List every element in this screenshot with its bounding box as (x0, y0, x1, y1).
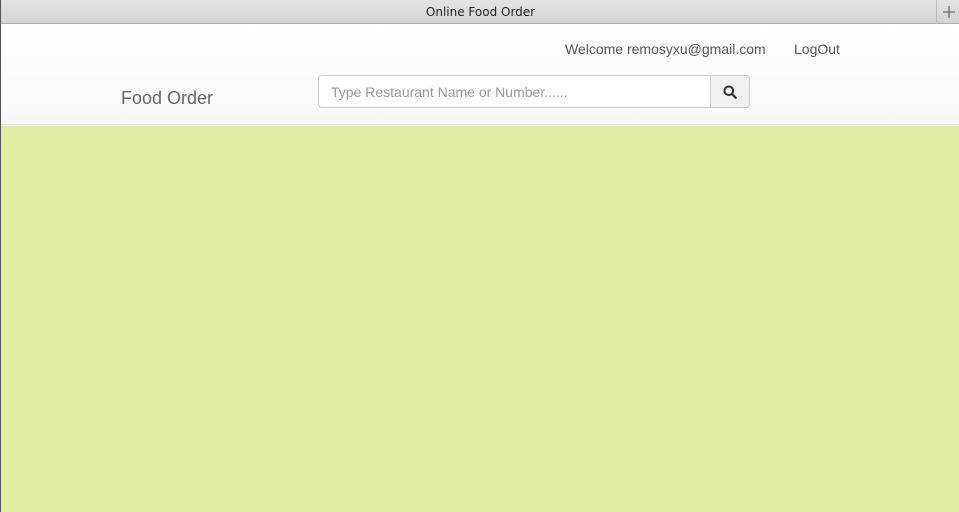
search-input[interactable] (318, 75, 711, 108)
window-titlebar: Online Food Order (1, 0, 959, 24)
main-content-area (1, 126, 959, 512)
new-tab-button[interactable] (936, 0, 959, 24)
search-icon (723, 85, 737, 99)
plus-icon (942, 6, 955, 18)
welcome-text: Welcome remosyxu@gmail.com (565, 41, 766, 57)
logout-link[interactable]: LogOut (794, 41, 840, 57)
window-title: Online Food Order (425, 5, 536, 19)
search-button[interactable] (710, 75, 750, 108)
app-window: Online Food Order Welcome remosyxu@gmail… (0, 0, 959, 512)
top-navbar: Welcome remosyxu@gmail.com LogOut Food O… (1, 24, 959, 125)
brand-title[interactable]: Food Order (121, 88, 213, 109)
